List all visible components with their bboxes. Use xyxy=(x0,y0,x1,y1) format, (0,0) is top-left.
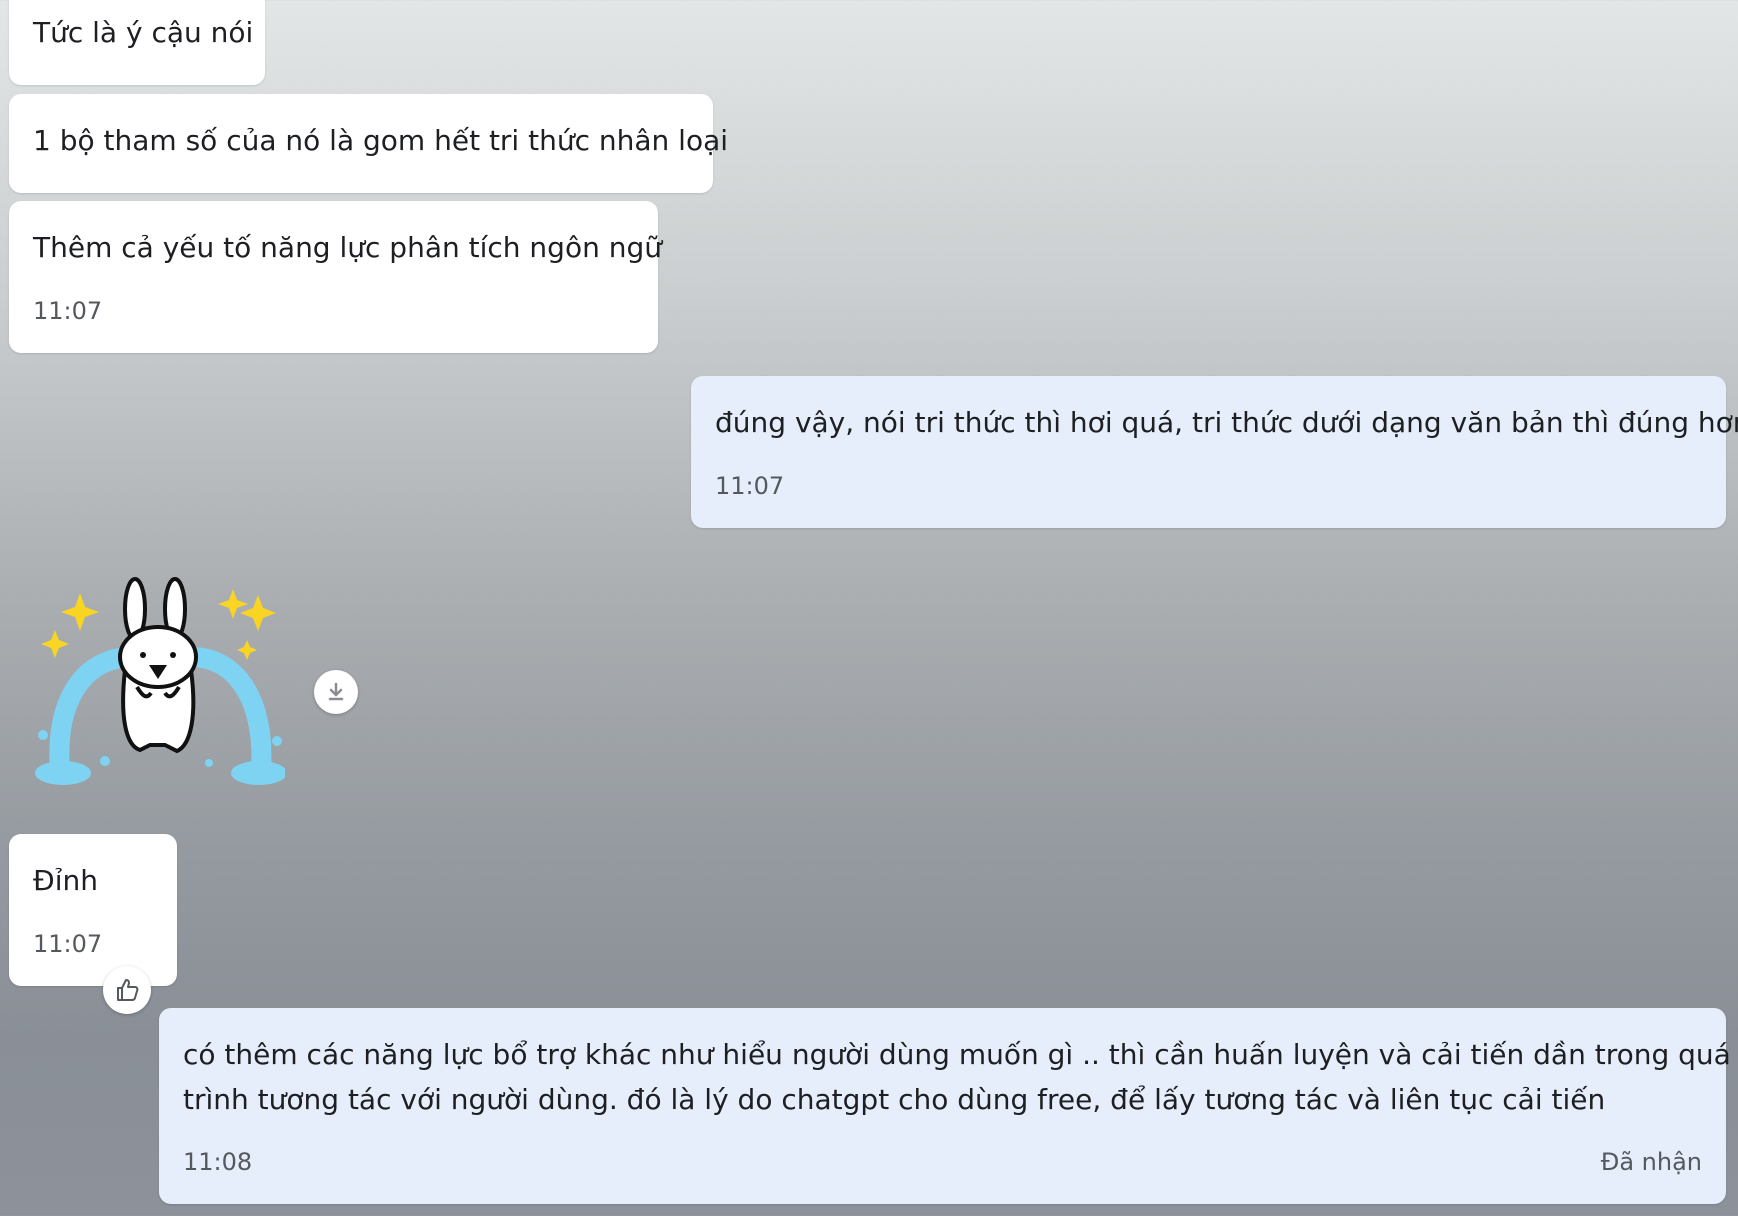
message-text: Thêm cả yếu tố năng lực phân tích ngôn n… xyxy=(33,231,662,264)
message-bubble-outgoing[interactable]: đúng vậy, nói tri thức thì hơi quá, tri … xyxy=(691,376,1738,528)
message-bubble-incoming[interactable]: 1 bộ tham số của nó là gom hết tri thức … xyxy=(9,94,728,193)
message-time: 11:07 xyxy=(33,297,103,325)
message-time: 11:08 xyxy=(183,1148,253,1176)
message-bubble-incoming[interactable]: Tức là ý cậu nói xyxy=(9,0,265,85)
message-text: đúng vậy, nói tri thức thì hơi quá, tri … xyxy=(715,406,1738,439)
download-icon xyxy=(328,682,344,701)
message-text: có thêm các năng lực bổ trợ khác như hiể… xyxy=(183,1038,1731,1071)
message-bubble-incoming[interactable]: Đỉnh 11:07 xyxy=(9,834,177,986)
message-text: Tức là ý cậu nói xyxy=(33,16,254,49)
download-button[interactable] xyxy=(314,670,358,714)
message-status: Đã nhận xyxy=(1600,1148,1702,1176)
message-time: 11:07 xyxy=(33,930,103,958)
crying-rabbit-sticker-image xyxy=(35,577,287,785)
message-text: trình tương tác với người dùng. đó là lý… xyxy=(183,1083,1606,1116)
message-time: 11:07 xyxy=(715,472,785,500)
message-text: 1 bộ tham số của nó là gom hết tri thức … xyxy=(33,124,729,157)
message-bubble-incoming[interactable]: Thêm cả yếu tố năng lực phân tích ngôn n… xyxy=(9,201,662,353)
crying-rabbit-sticker[interactable] xyxy=(25,575,287,795)
reaction-button[interactable] xyxy=(103,966,151,1014)
thumbs-up-icon xyxy=(117,979,139,1001)
message-bubble-outgoing[interactable]: có thêm các năng lực bổ trợ khác như hiể… xyxy=(159,1008,1731,1204)
message-text: Đỉnh xyxy=(33,864,98,897)
